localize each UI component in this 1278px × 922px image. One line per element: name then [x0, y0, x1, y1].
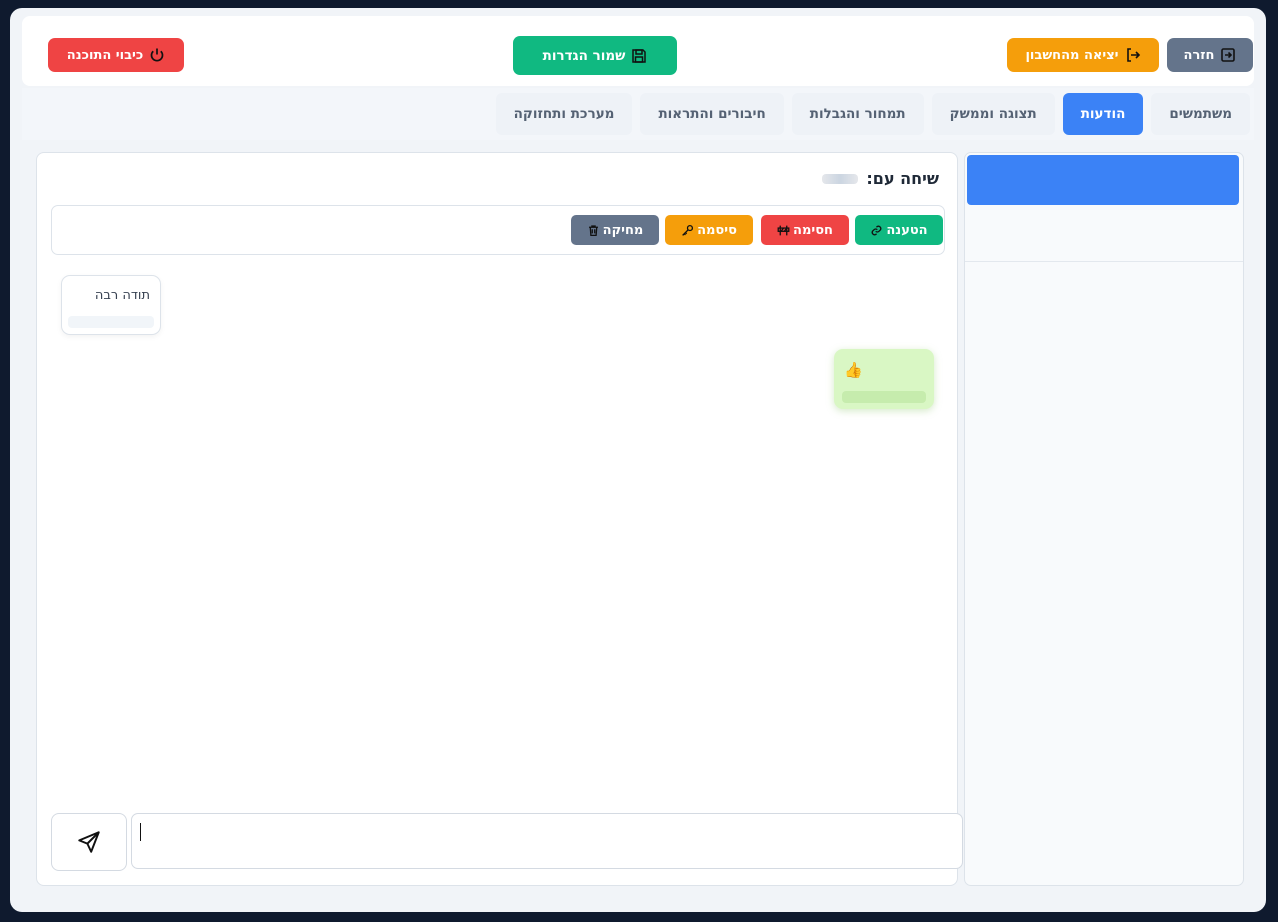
- app-window: חזרה יציאה מהחשבון שמור הגדרות כיבוי התו…: [10, 8, 1266, 912]
- tab-connections[interactable]: חיבורים והתראות: [640, 93, 784, 135]
- contact-name-redacted: [822, 173, 859, 184]
- send-button[interactable]: [51, 813, 127, 871]
- send-icon: [78, 831, 100, 853]
- link-icon: [871, 225, 882, 235]
- block-label: חסימה: [793, 222, 833, 238]
- chat-header: שיחה עם:: [822, 169, 939, 188]
- tab-pricing[interactable]: תמחור והגבלות: [791, 93, 924, 135]
- outgoing-message: 👍: [834, 349, 934, 409]
- message-input[interactable]: [131, 813, 963, 869]
- block-button[interactable]: חסימה: [761, 215, 849, 245]
- trash-icon: [588, 224, 598, 236]
- save-settings-button[interactable]: שמור הגדרות: [513, 36, 677, 75]
- incoming-message: תודה רבה: [61, 275, 161, 335]
- chat-title: שיחה עם:: [866, 169, 939, 188]
- thumbs-up-icon: 👍: [844, 361, 863, 379]
- message-meta-redacted: [842, 391, 926, 403]
- tab-system[interactable]: מערכת ותחזוקה: [495, 93, 633, 135]
- logout-button-label: יציאה מהחשבון: [1025, 47, 1119, 63]
- key-icon: [682, 224, 694, 236]
- chat-panel: שיחה עם: הטענה חסימה סיסמה מחיקה תודה רב…: [36, 152, 963, 886]
- logout-icon: [1126, 48, 1140, 62]
- tab-display[interactable]: תצוגה וממשק: [931, 93, 1055, 135]
- shutdown-button-label: כיבוי התוכנה: [66, 47, 144, 63]
- chat-actions-bar: הטענה חסימה סיסמה מחיקה: [51, 205, 945, 255]
- tab-bar: משתמשים הודעות תצוגה וממשק תמחור והגבלות…: [22, 88, 1254, 140]
- password-label: סיסמה: [697, 222, 737, 238]
- tab-messages[interactable]: הודעות: [1062, 93, 1144, 135]
- load-label: הטענה: [886, 222, 928, 238]
- enter-icon: [1221, 48, 1236, 62]
- message-text: תודה רבה: [94, 288, 150, 303]
- floppy-disk-icon: [632, 48, 647, 63]
- tab-users[interactable]: משתמשים: [1151, 93, 1250, 135]
- shutdown-button[interactable]: כיבוי התוכנה: [48, 38, 184, 72]
- message-meta-redacted: [68, 316, 154, 328]
- delete-button[interactable]: מחיקה: [571, 215, 659, 245]
- power-icon: [150, 48, 164, 62]
- barrier-icon: [777, 225, 790, 235]
- conversation-list: [964, 152, 1244, 886]
- back-button-label: חזרה: [1183, 47, 1215, 63]
- delete-label: מחיקה: [602, 222, 644, 238]
- logout-button[interactable]: יציאה מהחשבון: [1007, 38, 1159, 72]
- load-button[interactable]: הטענה: [855, 215, 943, 245]
- top-toolbar: חזרה יציאה מהחשבון שמור הגדרות כיבוי התו…: [22, 16, 1254, 86]
- conversation-item[interactable]: [965, 207, 1243, 262]
- password-button[interactable]: סיסמה: [665, 215, 753, 245]
- conversation-item-selected[interactable]: [967, 155, 1239, 205]
- back-button[interactable]: חזרה: [1167, 38, 1253, 72]
- text-cursor: [140, 823, 141, 841]
- save-settings-label: שמור הגדרות: [542, 47, 626, 64]
